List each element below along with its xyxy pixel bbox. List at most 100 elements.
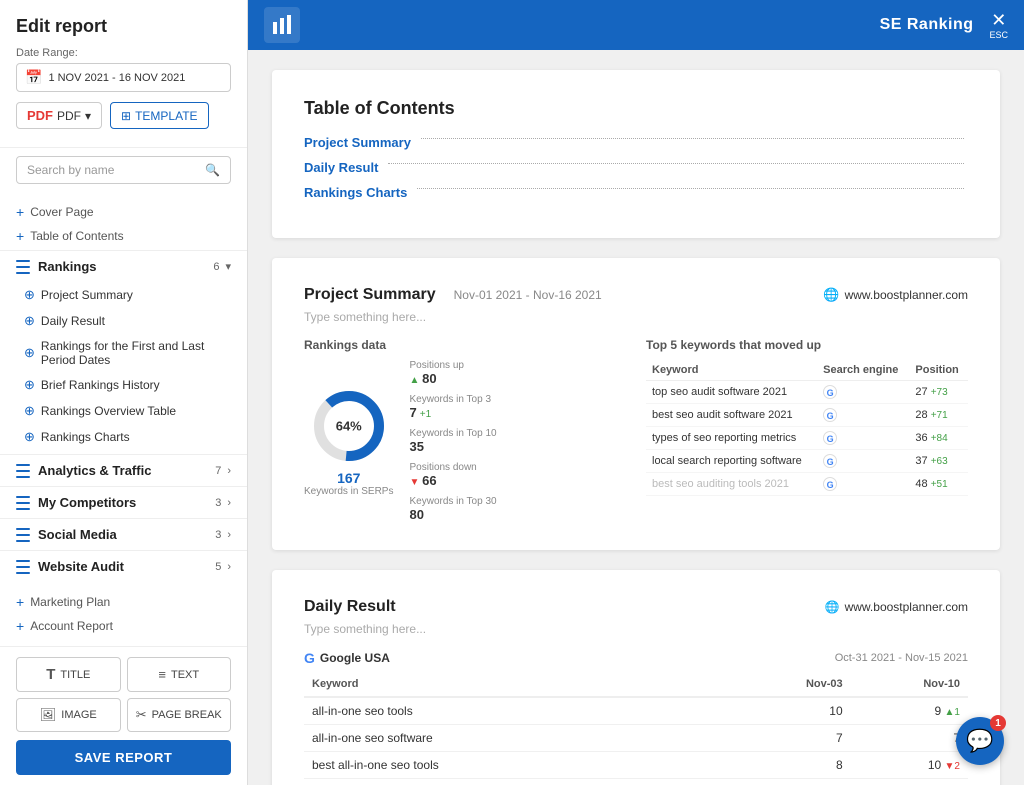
group-competitors[interactable]: My Competitors 3 › [0, 486, 247, 518]
group-analytics[interactable]: Analytics & Traffic 7 › [0, 454, 247, 486]
format-row: PDF PDF ▾ ⊞ TEMPLATE [16, 102, 231, 129]
date-range-input[interactable]: 📅 1 NOV 2021 - 16 NOV 2021 [16, 63, 231, 92]
add-table-of-contents[interactable]: + Table of Contents [16, 224, 231, 248]
list-item: all-in-one seo software77 [304, 725, 968, 752]
toc-page: Table of Contents Project Summary Daily … [272, 70, 1000, 238]
toc-label-1: Project Summary [304, 135, 411, 150]
rankings-data-section: Rankings data 64% [304, 338, 626, 522]
daily-result-page: Daily Result 🌐 www.boostplanner.com Type… [272, 570, 1000, 785]
sub-item-rankings-first-last[interactable]: ⊕ Rankings for the First and Last Period… [16, 334, 247, 372]
right-content: Table of Contents Project Summary Daily … [248, 50, 1024, 785]
project-summary-page: Project Summary Nov-01 2021 - Nov-16 202… [272, 258, 1000, 550]
top5-keyword: best seo audit software 2021 [646, 404, 817, 427]
sub-item-overview-table[interactable]: ⊕ Rankings Overview Table [16, 398, 247, 424]
group-website-audit[interactable]: Website Audit 5 › [0, 550, 247, 582]
top5-position: 48 +51 [909, 473, 968, 496]
sub-item-project-summary[interactable]: ⊕ Project Summary [16, 282, 247, 308]
project-summary-dates: Nov-01 2021 - Nov-16 2021 [454, 288, 602, 302]
stat-kw-top30-value: 80 [409, 507, 496, 522]
search-icon: 🔍 [205, 163, 220, 177]
image-button[interactable]: 🖼 IMAGE [16, 698, 121, 732]
google-icon: G [823, 431, 837, 445]
daily-result-placeholder: Type something here... [304, 622, 968, 636]
save-report-button[interactable]: SAVE REPORT [16, 740, 231, 775]
sub-item-brief-history[interactable]: ⊕ Brief Rankings History [16, 372, 247, 398]
kw-nov10: 10 ▼1 [851, 779, 968, 785]
plus-icon-3: + [16, 594, 24, 610]
toc-dots-2 [388, 163, 964, 164]
group-count-rankings: 6 [213, 261, 219, 273]
sub-item-rankings-charts[interactable]: ⊕ Rankings Charts [16, 424, 247, 450]
top5-title: Top 5 keywords that moved up [646, 338, 968, 352]
group-count-analytics: 7 [215, 465, 221, 477]
group-rankings[interactable]: Rankings 6 ▾ [0, 250, 247, 282]
table-row: best seo auditing tools 2021G48 +51 [646, 473, 968, 496]
kw-keyword: all-in-one seo tools [304, 697, 733, 725]
calendar-icon: 📅 [25, 69, 42, 86]
google-icon: G [823, 408, 837, 422]
plus-icon-4: + [16, 618, 24, 634]
group-title-rankings: Rankings [38, 259, 213, 274]
project-summary-title-row: Project Summary Nov-01 2021 - Nov-16 202… [304, 286, 602, 304]
kw-col-keyword: Keyword [304, 672, 733, 697]
title-button[interactable]: T TITLE [16, 657, 121, 692]
top5-engine: G [817, 450, 909, 473]
add-buttons-grid: T TITLE ≡ TEXT 🖼 IMAGE ✂ PAGE BREAK [16, 657, 231, 732]
donut-percent-label: 64% [336, 418, 362, 433]
kw-keyword: all-in-one seo software [304, 725, 733, 752]
group-social[interactable]: Social Media 3 › [0, 518, 247, 550]
top5-table: Keyword Search engine Position top seo a… [646, 360, 968, 496]
drag-sub-icon-3: ⊕ [24, 345, 35, 361]
pdf-button[interactable]: PDF PDF ▾ [16, 102, 102, 129]
sub-item-daily-result[interactable]: ⊕ Daily Result [16, 308, 247, 334]
top5-position: 36 +84 [909, 427, 968, 450]
template-label: TEMPLATE [135, 109, 197, 123]
kw-nov03: 10 [733, 697, 850, 725]
image-label: IMAGE [61, 709, 96, 721]
toc-item-3: Rankings Charts [304, 185, 968, 200]
table-row: top seo audit software 2021G27 +73 [646, 381, 968, 404]
left-panel: Edit report Date Range: 📅 1 NOV 2021 - 1… [0, 0, 248, 785]
sub-item-label-6: Rankings Charts [41, 430, 231, 444]
template-button[interactable]: ⊞ TEMPLATE [110, 102, 209, 129]
top5-keyword: best seo auditing tools 2021 [646, 473, 817, 496]
top5-col-engine: Search engine [817, 360, 909, 381]
kw-nov03: 9 [733, 779, 850, 785]
left-panel-header: Edit report Date Range: 📅 1 NOV 2021 - 1… [0, 0, 247, 148]
search-placeholder: Search by name [27, 163, 114, 177]
add-marketing-plan[interactable]: + Marketing Plan [16, 590, 231, 614]
text-button[interactable]: ≡ TEXT [127, 657, 232, 692]
top5-engine: G [817, 381, 909, 404]
domain-icon: 🌐 [823, 287, 839, 303]
donut-chart: 64% [309, 386, 389, 466]
domain-name: www.boostplanner.com [845, 288, 968, 302]
google-region: Google USA [320, 651, 390, 665]
close-button[interactable]: ✕ ESC [989, 11, 1008, 40]
top5-keyword: local search reporting software [646, 450, 817, 473]
add-cover-page[interactable]: + Cover Page [16, 200, 231, 224]
stat-down-arrow: ▼ [409, 477, 422, 488]
search-box[interactable]: Search by name 🔍 [16, 156, 231, 184]
chevron-right-icon-4: › [227, 561, 231, 573]
kw-nov10: 9 ▲1 [851, 697, 968, 725]
add-toc-label: Table of Contents [30, 229, 123, 243]
chevron-right-icon-2: › [227, 497, 231, 509]
kw-nov03: 8 [733, 752, 850, 779]
toc-dots-3 [417, 188, 964, 189]
add-cover-label: Cover Page [30, 205, 93, 219]
drag-sub-icon-6: ⊕ [24, 429, 35, 445]
account-report-label: Account Report [30, 619, 113, 633]
top5-position: 27 +73 [909, 381, 968, 404]
stat-kw-top10-label: Keywords in Top 10 [409, 428, 496, 439]
sub-item-label-5: Rankings Overview Table [41, 404, 231, 418]
drag-icon-5 [16, 560, 30, 574]
add-account-report[interactable]: + Account Report [16, 614, 231, 638]
stat-kw-top30: Keywords in Top 30 80 [409, 496, 496, 522]
drag-sub-icon-5: ⊕ [24, 403, 35, 419]
logo-icon [271, 14, 293, 36]
keywords-in-serps: 167 Keywords in SERPs [304, 470, 393, 497]
chat-bubble[interactable]: 💬 1 [956, 717, 1004, 765]
google-icon: G [823, 454, 837, 468]
page-break-button[interactable]: ✂ PAGE BREAK [127, 698, 232, 732]
stat-kw-top10-value: 35 [409, 439, 496, 454]
